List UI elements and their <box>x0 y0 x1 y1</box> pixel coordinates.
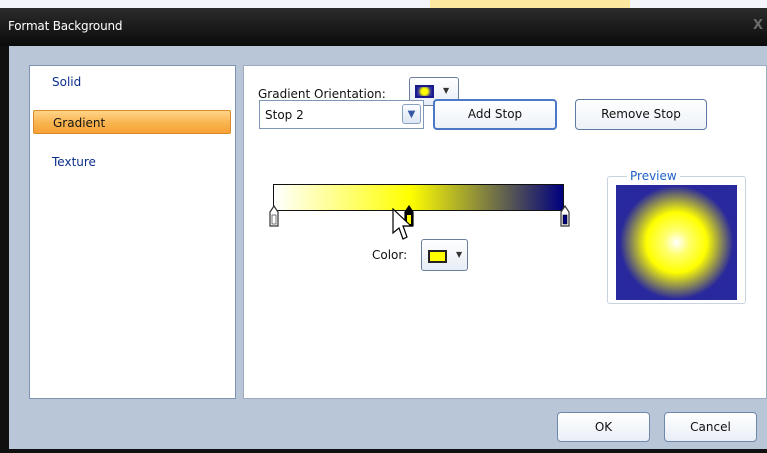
dialog-title: Format Background <box>8 19 123 33</box>
title-bar[interactable]: Format Background X <box>0 8 767 46</box>
cancel-button[interactable]: Cancel <box>664 412 757 442</box>
fill-type-list: Solid Gradient Texture <box>29 65 236 399</box>
ok-button[interactable]: OK <box>557 412 650 442</box>
add-stop-button[interactable]: Add Stop <box>433 99 557 130</box>
stop-color-label: Color: <box>372 248 408 262</box>
gradient-stop-3[interactable] <box>560 205 570 227</box>
nav-item-solid[interactable]: Solid <box>33 70 231 94</box>
gradient-settings-panel: Gradient Orientation: ▼ Stop 2 ▼ Add Sto… <box>243 65 767 399</box>
gradient-stop-1[interactable] <box>269 205 279 227</box>
stop-select-value: Stop 2 <box>265 108 304 122</box>
preview-label: Preview <box>627 169 680 183</box>
gradient-preview <box>616 185 737 300</box>
gradient-orientation-label: Gradient Orientation: <box>258 87 386 101</box>
gradient-bar[interactable] <box>273 184 564 211</box>
chevron-down-icon: ▼ <box>456 250 463 259</box>
stop-select[interactable]: Stop 2 ▼ <box>259 100 424 129</box>
close-button[interactable]: X <box>753 18 763 33</box>
dialog-client-area: Solid Gradient Texture Gradient Orientat… <box>9 46 767 449</box>
selected-color-swatch-icon <box>428 250 447 263</box>
format-background-dialog: Format Background X Solid Gradient Textu… <box>0 8 767 453</box>
preview-frame: Preview <box>607 169 746 304</box>
orientation-swatch-icon <box>415 85 434 98</box>
chevron-down-icon[interactable]: ▼ <box>402 104 421 124</box>
chevron-down-icon: ▼ <box>443 86 450 95</box>
mouse-pointer-icon <box>392 208 413 240</box>
remove-stop-button[interactable]: Remove Stop <box>575 99 707 130</box>
stop-color-picker[interactable]: ▼ <box>421 239 468 271</box>
nav-item-texture[interactable]: Texture <box>33 150 231 174</box>
nav-item-gradient[interactable]: Gradient <box>33 110 231 134</box>
